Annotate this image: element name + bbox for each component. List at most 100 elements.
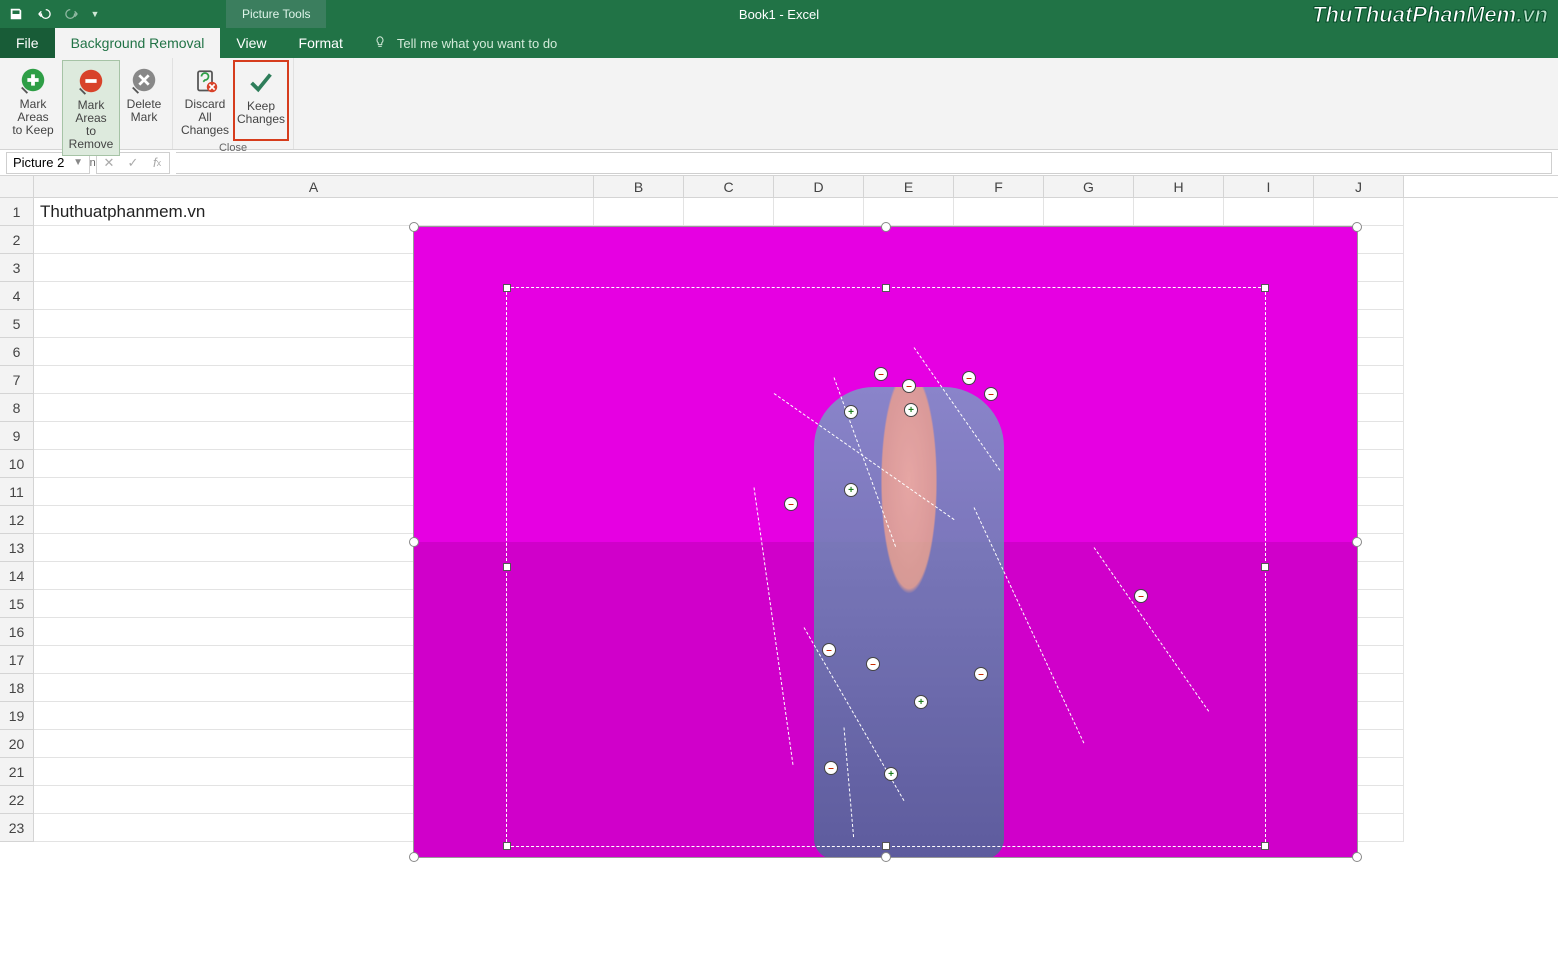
cell[interactable] (1224, 198, 1314, 226)
row-header[interactable]: 18 (0, 674, 34, 702)
mark-keep-icon (18, 64, 48, 96)
row-header[interactable]: 19 (0, 702, 34, 730)
cell[interactable] (954, 198, 1044, 226)
row-header[interactable]: 21 (0, 758, 34, 786)
selection-handle[interactable] (409, 222, 419, 232)
marquee-handle[interactable] (503, 284, 511, 292)
save-icon[interactable] (4, 2, 28, 26)
row-header[interactable]: 10 (0, 450, 34, 478)
column-header[interactable]: J (1314, 176, 1404, 197)
selection-handle[interactable] (409, 537, 419, 547)
marquee-handle[interactable] (503, 842, 511, 850)
cell[interactable] (594, 198, 684, 226)
row-header[interactable]: 17 (0, 646, 34, 674)
marquee-handle[interactable] (503, 563, 511, 571)
delete-mark-icon (129, 64, 159, 96)
name-box-value: Picture 2 (13, 155, 64, 170)
cell[interactable] (1134, 198, 1224, 226)
row-header[interactable]: 1 (0, 198, 34, 226)
delete-mark-button[interactable]: Delete Mark (120, 60, 168, 156)
column-header[interactable]: A (34, 176, 594, 197)
column-header[interactable]: E (864, 176, 954, 197)
redo-icon[interactable] (60, 2, 84, 26)
row-header[interactable]: 22 (0, 786, 34, 814)
cell[interactable] (1044, 198, 1134, 226)
keep-changes-label: Keep Changes (237, 100, 285, 126)
tab-background-removal[interactable]: Background Removal (55, 28, 221, 58)
select-all-corner[interactable] (0, 176, 34, 197)
column-header[interactable]: H (1134, 176, 1224, 197)
row-header[interactable]: 6 (0, 338, 34, 366)
lightbulb-icon (373, 35, 387, 52)
row-header[interactable]: 12 (0, 506, 34, 534)
mark-remove-label: Mark Areas to Remove (65, 99, 117, 151)
row-header[interactable]: 14 (0, 562, 34, 590)
discard-icon (191, 64, 219, 96)
selection-handle[interactable] (409, 852, 419, 862)
row-header[interactable]: 8 (0, 394, 34, 422)
cancel-formula-icon[interactable]: ✕ (97, 155, 121, 171)
delete-mark-label: Delete Mark (127, 98, 162, 124)
tab-view[interactable]: View (220, 28, 282, 58)
grid-row: 1Thuthuatphanmem.vn (0, 198, 1558, 226)
row-header[interactable]: 15 (0, 590, 34, 618)
row-header[interactable]: 20 (0, 730, 34, 758)
selection-handle[interactable] (881, 222, 891, 232)
selection-handle[interactable] (881, 852, 891, 862)
row-header[interactable]: 11 (0, 478, 34, 506)
cell[interactable] (864, 198, 954, 226)
column-headers: ABCDEFGHIJ (0, 176, 1558, 198)
formula-bar-row: Picture 2 ▼ ✕ ✓ fx (0, 150, 1558, 176)
marquee-handle[interactable] (1261, 842, 1269, 850)
keep-changes-button[interactable]: Keep Changes (233, 60, 289, 141)
watermark-logo: ThuThuatPhanMem.vn (1312, 2, 1548, 28)
row-header[interactable]: 16 (0, 618, 34, 646)
qat-customize-icon[interactable]: ▼ (88, 2, 102, 26)
keep-changes-icon (246, 66, 276, 98)
selected-picture[interactable]: ––++–––+––+––+– (413, 226, 1358, 858)
column-header[interactable]: G (1044, 176, 1134, 197)
selection-handle[interactable] (1352, 852, 1362, 862)
cell[interactable] (684, 198, 774, 226)
row-header[interactable]: 23 (0, 814, 34, 842)
tell-me-search[interactable]: Tell me what you want to do (359, 28, 571, 58)
marquee-handle[interactable] (1261, 563, 1269, 571)
row-header[interactable]: 13 (0, 534, 34, 562)
column-header[interactable]: B (594, 176, 684, 197)
mark-keep-label: Mark Areas to Keep (6, 98, 60, 137)
row-header[interactable]: 5 (0, 310, 34, 338)
undo-icon[interactable] (32, 2, 56, 26)
row-header[interactable]: 9 (0, 422, 34, 450)
marquee-handle[interactable] (882, 284, 890, 292)
column-header[interactable]: C (684, 176, 774, 197)
group-close: Discard All Changes Keep Changes Close (173, 58, 294, 149)
row-header[interactable]: 2 (0, 226, 34, 254)
marquee-handle[interactable] (1261, 284, 1269, 292)
discard-all-changes-button[interactable]: Discard All Changes (177, 60, 233, 141)
mark-areas-to-keep-button[interactable]: Mark Areas to Keep (4, 60, 62, 156)
mark-areas-to-remove-button[interactable]: Mark Areas to Remove (62, 60, 120, 156)
discard-label: Discard All Changes (179, 98, 231, 137)
column-header[interactable]: I (1224, 176, 1314, 197)
row-header[interactable]: 4 (0, 282, 34, 310)
column-header[interactable]: D (774, 176, 864, 197)
tell-me-placeholder: Tell me what you want to do (397, 36, 557, 51)
selection-handle[interactable] (1352, 537, 1362, 547)
row-header[interactable]: 3 (0, 254, 34, 282)
fx-icon[interactable]: fx (145, 155, 169, 170)
crop-marquee[interactable] (506, 287, 1266, 847)
cell[interactable]: Thuthuatphanmem.vn (34, 198, 594, 226)
formula-input[interactable] (176, 152, 1552, 174)
column-header[interactable]: F (954, 176, 1044, 197)
tab-format[interactable]: Format (283, 28, 359, 58)
dropdown-caret-icon[interactable]: ▼ (73, 157, 83, 168)
ribbon: Mark Areas to Keep Mark Areas to Remove … (0, 58, 1558, 150)
marquee-handle[interactable] (882, 842, 890, 850)
row-header[interactable]: 7 (0, 366, 34, 394)
cell[interactable] (774, 198, 864, 226)
selection-handle[interactable] (1352, 222, 1362, 232)
enter-formula-icon[interactable]: ✓ (121, 155, 145, 171)
window-title: Book1 - Excel (739, 7, 819, 22)
quick-access-toolbar: ▼ (0, 2, 106, 26)
tab-file[interactable]: File (0, 28, 55, 58)
